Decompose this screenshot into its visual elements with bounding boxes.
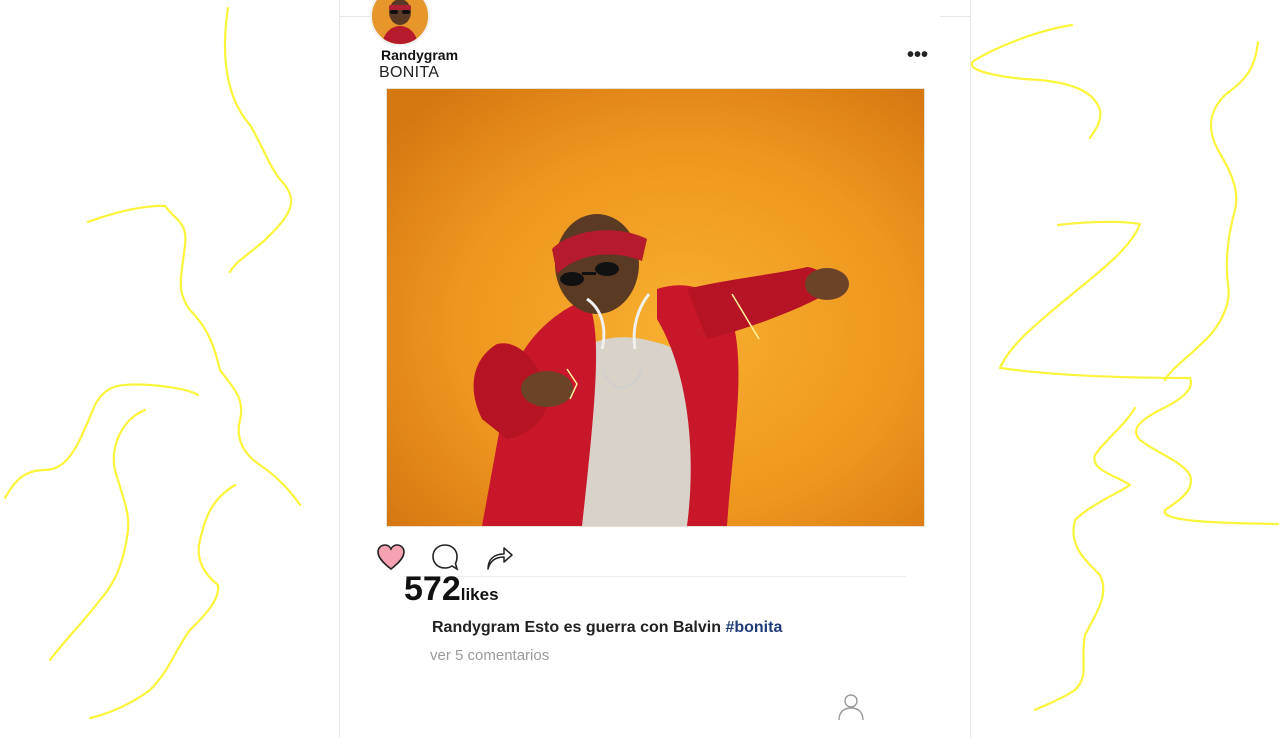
user-avatar[interactable] (370, 0, 430, 46)
doodle-left-top (223, 6, 293, 274)
avatar-image (372, 0, 428, 44)
view-comments-link[interactable]: ver 5 comentarios (430, 647, 549, 664)
caption-username[interactable]: Randygram (432, 619, 520, 636)
doodle-left-mid (86, 204, 302, 507)
post-caption: Randygram Esto es guerra con Balvin #bon… (432, 619, 782, 637)
post-image[interactable] (387, 89, 924, 526)
card-top-line-right (940, 16, 970, 17)
likes-count: 572 (404, 570, 461, 608)
post-card: Randygram BONITA ••• 572likes Randygram … (339, 0, 971, 738)
doodle-left-bottom-2 (48, 408, 147, 662)
doodle-left-bottom-3 (88, 483, 237, 720)
doodle-right-bottom (1033, 406, 1137, 712)
card-top-line-left (340, 16, 370, 17)
doodle-left-bottom-1 (3, 383, 200, 500)
profile-icon[interactable] (836, 692, 866, 720)
doodle-right-z (998, 220, 1280, 526)
dancing-man-illustration (387, 89, 924, 526)
likes-row: 572likes (404, 570, 499, 609)
comment-bubble-icon[interactable] (430, 542, 460, 572)
more-dots-icon[interactable]: ••• (907, 45, 928, 66)
caption-text: Esto es guerra con Balvin (524, 619, 721, 636)
doodle-right-top-2 (1163, 40, 1260, 382)
caption-hashtag[interactable]: #bonita (725, 619, 782, 636)
heart-icon[interactable] (376, 542, 406, 572)
post-username[interactable]: Randygram (381, 47, 458, 63)
likes-label: likes (460, 585, 499, 604)
doodle-right-top (970, 23, 1102, 140)
share-arrow-icon[interactable] (484, 542, 514, 572)
post-title: BONITA (379, 64, 440, 81)
